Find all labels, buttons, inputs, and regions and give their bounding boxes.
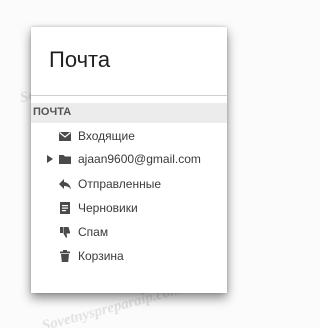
mail-navigation-panel: Почта ПОЧТА Входящие ajaan9600@gmail.com… [31, 27, 227, 293]
folder-drafts[interactable]: Черновики [31, 197, 227, 219]
thumbs-down-icon [58, 225, 72, 239]
screenshot-canvas: Sovetnyspreparaip.com Sovetnyspreparaip.… [0, 0, 259, 328]
expand-arrow-icon[interactable] [47, 155, 53, 163]
folder-spam[interactable]: Спам [31, 221, 227, 243]
folder-label: ajaan9600@gmail.com [78, 152, 201, 166]
document-icon [58, 201, 72, 215]
folder-label: Отправленные [78, 177, 162, 191]
folder-trash[interactable]: Корзина [31, 245, 227, 267]
title-divider [31, 95, 227, 96]
folder-label: Спам [78, 225, 109, 239]
reply-arrow-icon [58, 177, 72, 191]
trash-icon [58, 249, 72, 263]
folder-icon [58, 152, 72, 166]
folder-inbox[interactable]: Входящие [31, 125, 227, 147]
folder-label: Входящие [78, 129, 135, 143]
folder-label: Черновики [78, 201, 138, 215]
folder-sent[interactable]: Отправленные [31, 173, 227, 195]
page-title: Почта [49, 47, 111, 72]
folder-label: Корзина [78, 249, 124, 263]
section-header-mail: ПОЧТА [31, 103, 227, 123]
envelope-icon [58, 129, 72, 143]
folder-account[interactable]: ajaan9600@gmail.com [31, 148, 227, 170]
section-label: ПОЧТА [33, 106, 72, 118]
